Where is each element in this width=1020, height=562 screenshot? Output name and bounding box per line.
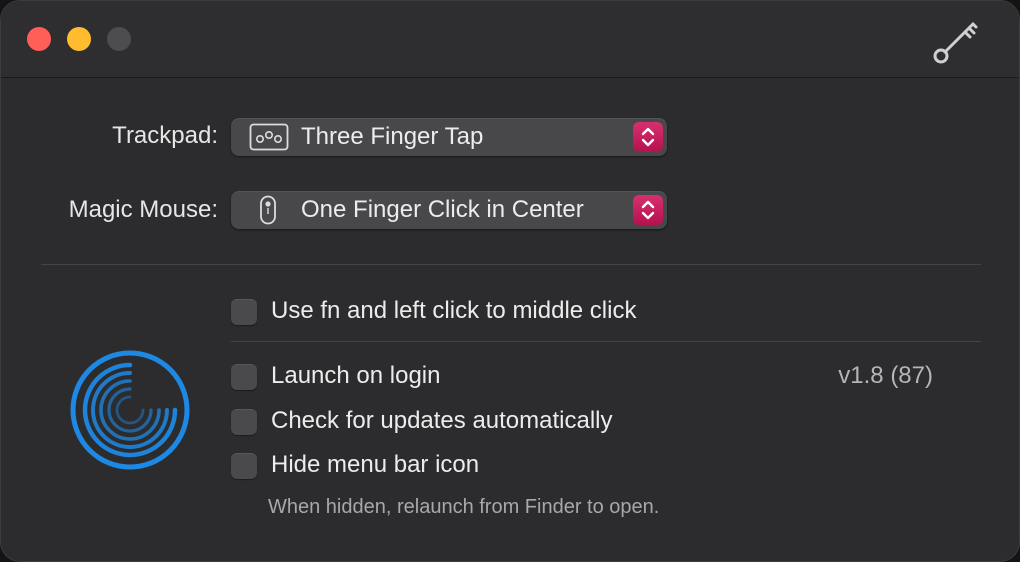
chevron-up-down-icon — [641, 127, 655, 147]
options-divider — [231, 341, 981, 342]
trackpad-popup-stepper[interactable] — [633, 122, 663, 152]
zoom-button[interactable] — [107, 27, 131, 51]
check-updates-label: Check for updates automatically — [271, 407, 613, 434]
key-icon[interactable] — [929, 15, 983, 69]
trackpad-icon — [249, 123, 289, 151]
magic-mouse-popup-stepper[interactable] — [633, 195, 663, 225]
hidden-hint-text: When hidden, relaunch from Finder to ope… — [268, 496, 660, 518]
magic-mouse-gesture-popup[interactable]: One Finger Click in Center — [231, 191, 667, 229]
minimize-button[interactable] — [67, 27, 91, 51]
section-divider — [41, 264, 981, 265]
trackpad-label: Trackpad: — [112, 122, 218, 149]
launch-on-login-label: Launch on login — [271, 362, 441, 389]
app-logo — [70, 350, 190, 470]
version-label: v1.8 (87) — [838, 362, 933, 389]
check-updates-checkbox[interactable] — [231, 409, 257, 435]
magic-mouse-selected-value: One Finger Click in Center — [301, 196, 584, 223]
trackpad-gesture-popup[interactable]: Three Finger Tap — [231, 118, 667, 156]
close-button[interactable] — [27, 27, 51, 51]
hide-menu-bar-icon-checkbox[interactable] — [231, 453, 257, 479]
mouse-icon — [260, 195, 276, 225]
preferences-window: Trackpad: Three Finger Tap Magic Mouse: … — [0, 0, 1020, 562]
hide-menu-bar-icon-label: Hide menu bar icon — [271, 451, 480, 478]
trackpad-selected-value: Three Finger Tap — [301, 123, 484, 150]
chevron-up-down-icon — [641, 200, 655, 220]
magic-mouse-label: Magic Mouse: — [68, 196, 218, 223]
fn-middle-click-checkbox[interactable] — [231, 299, 257, 325]
launch-on-login-checkbox[interactable] — [231, 364, 257, 390]
fn-middle-click-label: Use fn and left click to middle click — [271, 297, 637, 324]
title-bar — [1, 1, 1019, 78]
